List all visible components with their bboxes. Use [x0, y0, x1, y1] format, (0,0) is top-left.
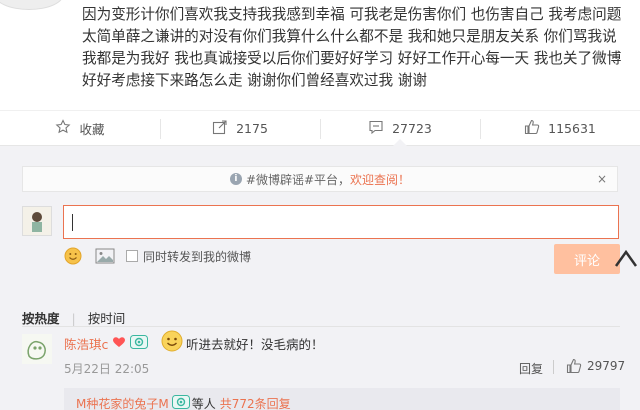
comment-button[interactable]: 27723 — [320, 111, 480, 146]
sort-by-hot-tab[interactable]: 按热度 — [22, 311, 60, 326]
comment-icon — [368, 119, 384, 138]
post-author-avatar[interactable] — [0, 0, 64, 10]
comment-count: 27723 — [392, 120, 432, 136]
like-button[interactable]: 115631 — [480, 111, 640, 145]
thumbs-up-icon — [524, 119, 540, 138]
comment-time: 5月22日 22:05 — [64, 362, 150, 376]
sort-tabs: 按热度 | 按时间 — [22, 308, 125, 327]
image-icon[interactable] — [95, 248, 115, 264]
share-icon — [212, 119, 228, 138]
rumor-notice: i #微博辟谣#平台， 欢迎查阅！ × — [22, 166, 618, 192]
like-count: 115631 — [548, 120, 596, 136]
submit-comment-button[interactable]: 评论 — [554, 244, 620, 274]
sub-reply-count[interactable]: 共772条回复 — [220, 395, 291, 410]
notice-text: #微博辟谣#平台， — [245, 172, 351, 187]
comment-thumbs-up-icon — [566, 358, 582, 374]
fan-badge-icon — [111, 336, 127, 351]
commenter-name[interactable]: 陈浩琪c — [64, 334, 108, 353]
info-icon: i — [229, 173, 242, 185]
emoji-icon[interactable] — [64, 247, 82, 265]
close-icon[interactable]: × — [597, 172, 607, 186]
comment-input[interactable] — [63, 205, 619, 239]
comment-text: 听进去就好！没毛病的！ — [186, 337, 324, 352]
star-icon — [55, 118, 71, 138]
arrow-up-icon — [614, 249, 638, 267]
favorite-label: 收藏 — [79, 121, 105, 137]
comment-area: i #微博辟谣#平台， 欢迎查阅！ × 同时转发到我的微博 评论 按热度 | 按… — [0, 146, 640, 410]
repost-button[interactable]: 2175 — [160, 111, 320, 145]
repost-count: 2175 — [236, 120, 268, 136]
post-text: 因为变形计你们喜欢我支持我我感到幸福 可我老是伤害你们 也伤害自己 我考虑问题太… — [82, 6, 622, 89]
sub-reply-summary: M种花家的兔子M 等人 共772条回复 — [76, 395, 291, 410]
sub-reply-middle: 等人 — [191, 397, 216, 410]
sub-reply-box[interactable]: M种花家的兔子M 等人 共772条回复 — [64, 388, 620, 410]
action-divider — [553, 360, 554, 374]
smile-emoji-icon — [161, 330, 183, 352]
commenter-avatar[interactable] — [22, 334, 52, 364]
favorite-button[interactable]: 收藏 — [0, 111, 160, 145]
text-caret — [72, 214, 73, 231]
comment-like-count: 29797 — [587, 359, 626, 373]
forward-checkbox[interactable] — [126, 250, 138, 262]
reply-button[interactable]: 回复 — [519, 360, 543, 377]
my-avatar — [22, 206, 52, 236]
forward-label: 同时转发到我的微博 — [143, 250, 252, 264]
notice-link[interactable]: 欢迎查阅！ — [350, 171, 410, 188]
sort-divider: | — [71, 311, 76, 326]
sub-reply-user[interactable]: M种花家的兔子M — [76, 395, 169, 410]
divider — [22, 326, 620, 327]
vip-badge-icon — [130, 335, 149, 352]
comment-like-button[interactable]: 29797 — [566, 358, 625, 374]
commenter-name-row: 陈浩琪c — [64, 334, 149, 353]
sub-vip-badge-icon — [171, 395, 190, 410]
scroll-to-top-button[interactable] — [612, 242, 640, 270]
sort-by-time-tab[interactable]: 按时间 — [88, 311, 126, 326]
post-action-bar: 收藏 2175 27723 115631 — [0, 110, 640, 146]
